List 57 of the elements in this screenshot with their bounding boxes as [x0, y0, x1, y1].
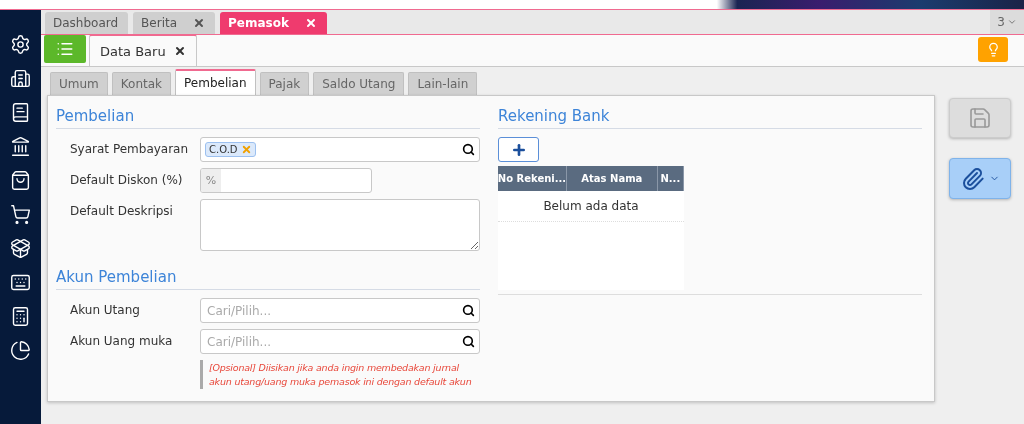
calculator-icon[interactable]	[10, 306, 31, 327]
hint-text: [Opsional] Diisikan jika anda ingin membedakan jurnal akun utang/uang muka pemasok ini dengan default akun	[200, 360, 480, 389]
chevron-down-icon	[1006, 17, 1017, 27]
list-icon	[56, 40, 74, 58]
section-title: Rekening Bank	[498, 96, 922, 129]
tab[interactable]: Pajak	[259, 72, 310, 95]
search-icon	[462, 304, 475, 317]
package-icon[interactable]	[10, 238, 31, 259]
book-icon[interactable]	[10, 102, 31, 123]
column-header: N...	[657, 166, 684, 191]
paperclip-icon	[960, 166, 985, 191]
column-header: Atas Nama	[567, 166, 658, 191]
field-label: Default Diskon (%)	[69, 172, 184, 187]
building-icon[interactable]	[10, 68, 31, 89]
bank-icon[interactable]	[10, 136, 31, 157]
column-header: No Rekeni...	[498, 166, 567, 191]
tab[interactable]: Dashboard	[45, 12, 129, 34]
search-field[interactable]: Cari/Pilih...	[200, 329, 480, 354]
tab-label: Pemasok	[228, 16, 289, 30]
tab[interactable]: Lain-lain	[408, 72, 478, 95]
section-title: Pembelian	[56, 96, 480, 129]
tab[interactable]: Umum	[50, 72, 108, 95]
search-field[interactable]: C.O.D	[200, 137, 480, 162]
tag-label: C.O.D	[209, 144, 238, 155]
money-bag-icon[interactable]	[10, 170, 31, 191]
save-icon	[968, 106, 992, 130]
chart-icon[interactable]	[10, 340, 31, 361]
add-button[interactable]	[498, 137, 539, 162]
search-icon	[462, 335, 475, 348]
input-field[interactable]: %	[200, 168, 372, 193]
tab[interactable]: Pemasok	[220, 12, 327, 34]
settings-icon[interactable]	[10, 34, 31, 55]
plus-icon	[510, 141, 527, 158]
tab-label: Data Baru	[100, 43, 166, 59]
search-icon	[462, 143, 475, 156]
counter-label: 3	[997, 15, 1005, 29]
cart-icon[interactable]	[10, 204, 31, 225]
tab-counter[interactable]: 3	[990, 10, 1024, 34]
empty-message: Belum ada data	[498, 191, 684, 222]
addon-label: %	[201, 169, 221, 192]
tab[interactable]: Berita	[133, 12, 216, 34]
field-label: Syarat Pembayaran	[69, 141, 190, 156]
tab-label: Dashboard	[53, 16, 119, 30]
tab-label: Berita	[141, 16, 178, 30]
text-input[interactable]: Cari/Pilih...	[205, 302, 458, 319]
tab[interactable]: Data Baru	[89, 34, 197, 66]
field-label: Akun Uang muka	[69, 333, 174, 348]
field-label: Akun Utang	[69, 302, 141, 317]
tab[interactable]: Kontak	[111, 72, 171, 95]
section-title: Akun Pembelian	[56, 257, 480, 290]
search-field[interactable]: Cari/Pilih...	[200, 298, 480, 323]
text-input[interactable]: Cari/Pilih...	[205, 333, 458, 350]
field-label: Default Deskripsi	[69, 203, 174, 218]
attachment-button[interactable]	[949, 158, 1011, 199]
close-icon[interactable]	[173, 45, 186, 57]
tab[interactable]: Pembelian	[175, 69, 256, 95]
tab[interactable]: Saldo Utang	[313, 72, 405, 95]
